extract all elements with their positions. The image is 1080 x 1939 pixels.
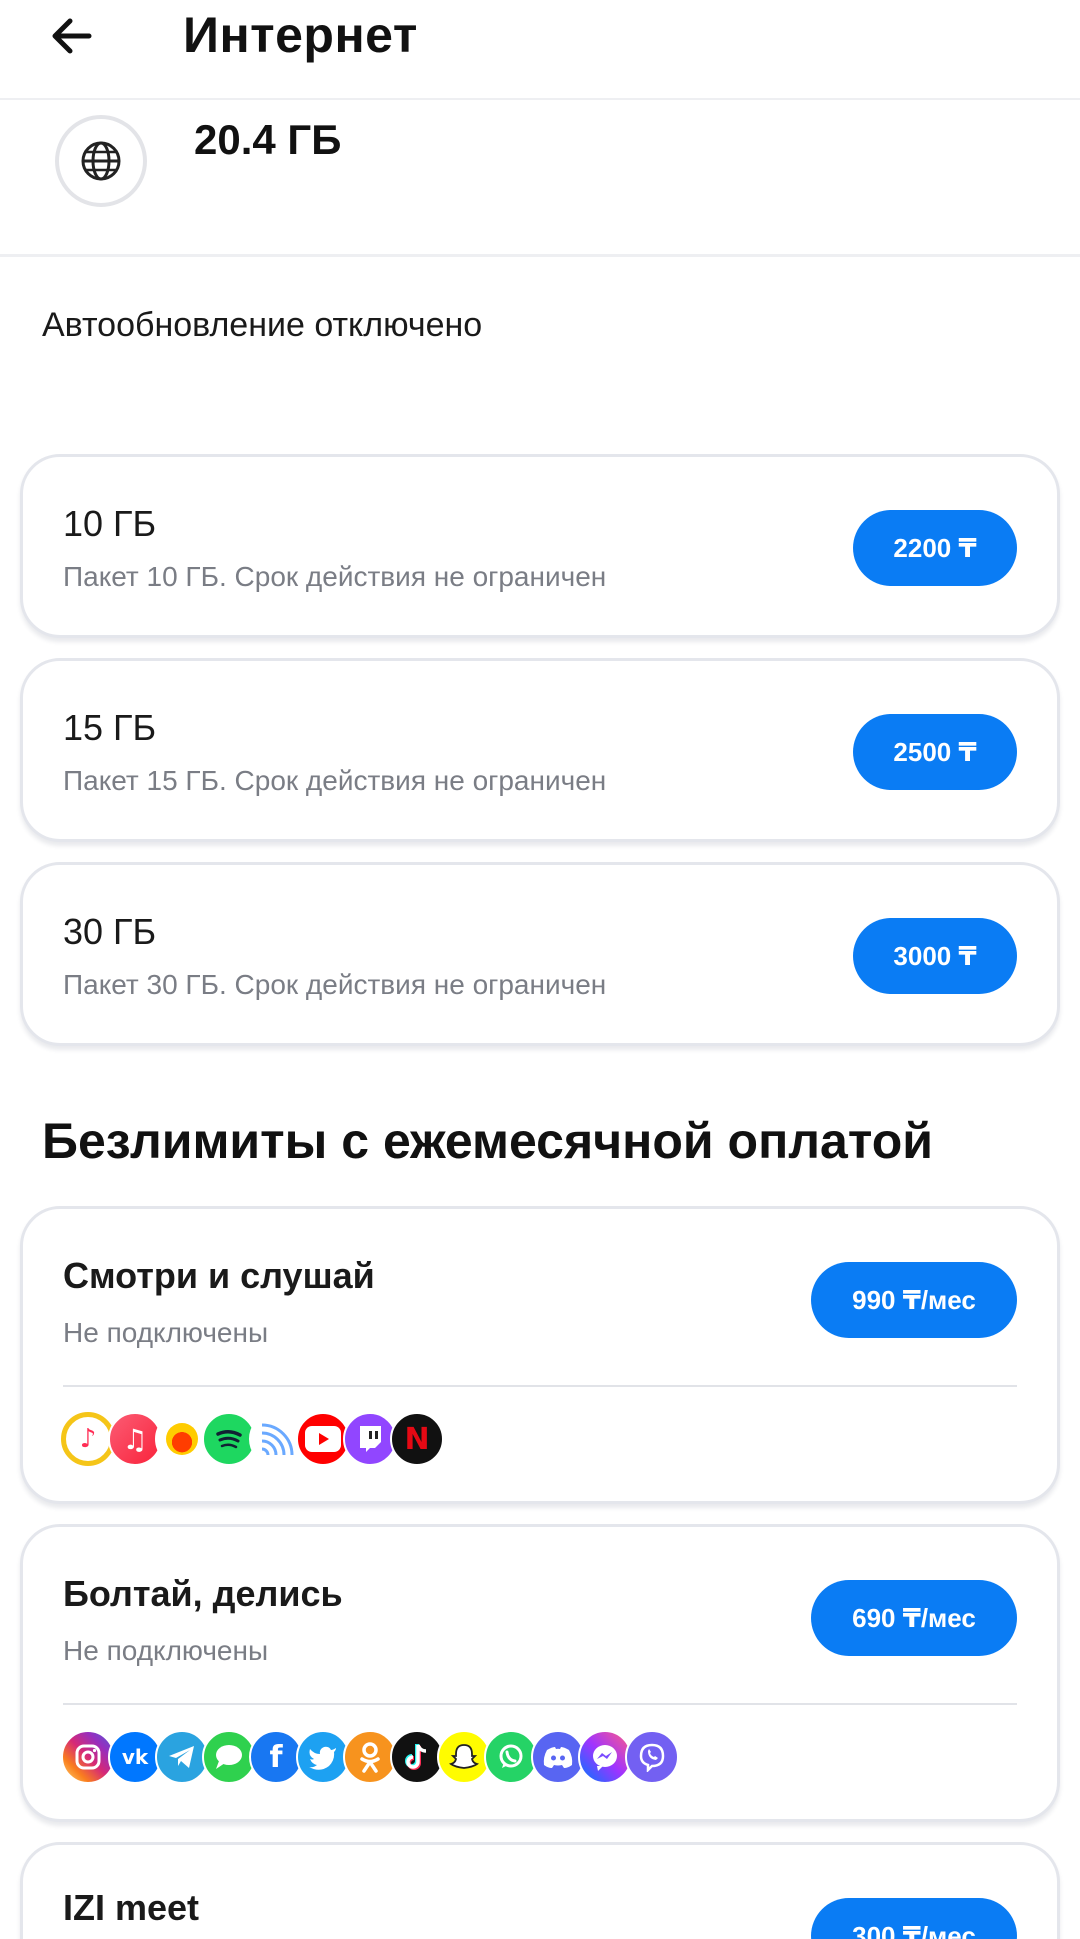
podcasts-icon [249, 1412, 303, 1466]
autoupdate-status: Автообновление отключено [42, 306, 483, 344]
twitch-icon [343, 1412, 397, 1466]
facebook-icon: f [249, 1730, 303, 1784]
package-title: 10 ГБ [63, 503, 157, 544]
unlimited-card-izi-meet[interactable]: IZI meet 300 ₸/мес [20, 1842, 1060, 1939]
section-title-unlimited: Безлимиты с ежемесячной оплатой [42, 1113, 933, 1169]
imessage-icon [202, 1730, 256, 1784]
tiktok-music-icon: ♪ [61, 1412, 115, 1466]
snapchat-icon [437, 1730, 491, 1784]
divider [63, 1703, 1017, 1705]
viber-icon [625, 1730, 679, 1784]
instagram-icon [61, 1730, 115, 1784]
arrow-left-icon [52, 18, 92, 54]
twitter-icon [296, 1730, 350, 1784]
subscribe-button-izi-meet[interactable]: 300 ₸/мес [811, 1898, 1017, 1939]
balance-value: 20.4 ГБ [194, 116, 342, 163]
whatsapp-icon [484, 1730, 538, 1784]
unlimited-status: Не подключены [63, 1317, 269, 1348]
package-card-10gb[interactable]: 10 ГБ Пакет 10 ГБ. Срок действия не огра… [20, 454, 1060, 638]
subscribe-button-chat-share[interactable]: 690 ₸/мес [811, 1580, 1017, 1656]
vk-icon: vk [108, 1730, 162, 1784]
unlimited-card-chat-share[interactable]: Болтай, делись Не подключены 690 ₸/мес v… [20, 1524, 1060, 1822]
unlimited-status: Не подключены [63, 1635, 269, 1666]
package-title: 15 ГБ [63, 707, 157, 748]
apple-music-icon: ♫ [108, 1412, 162, 1466]
package-subtitle: Пакет 30 ГБ. Срок действия не ограничен [63, 969, 607, 1000]
youtube-icon [296, 1412, 350, 1466]
buy-button-10gb[interactable]: 2200 ₸ [853, 510, 1017, 586]
tiktok-icon [390, 1730, 444, 1784]
buy-button-30gb[interactable]: 3000 ₸ [853, 918, 1017, 994]
app-icons-row: vk f [61, 1730, 679, 1784]
buy-button-15gb[interactable]: 2500 ₸ [853, 714, 1017, 790]
package-subtitle: Пакет 15 ГБ. Срок действия не ограничен [63, 765, 607, 796]
subscribe-button-watch-listen[interactable]: 990 ₸/мес [811, 1262, 1017, 1338]
discord-icon [531, 1730, 585, 1784]
package-title: 30 ГБ [63, 911, 157, 952]
package-card-30gb[interactable]: 30 ГБ Пакет 30 ГБ. Срок действия не огра… [20, 862, 1060, 1046]
package-subtitle: Пакет 10 ГБ. Срок действия не ограничен [63, 561, 607, 592]
app-icons-row: ♪ ♫ N [61, 1412, 444, 1466]
netflix-icon: N [390, 1412, 444, 1466]
spotify-icon [202, 1412, 256, 1466]
odnoklassniki-icon [343, 1730, 397, 1784]
telegram-icon [155, 1730, 209, 1784]
messenger-icon [578, 1730, 632, 1784]
package-card-15gb[interactable]: 15 ГБ Пакет 15 ГБ. Срок действия не огра… [20, 658, 1060, 842]
unlimited-title: Болтай, делись [63, 1573, 343, 1614]
yandex-music-icon [155, 1412, 209, 1466]
divider [63, 1385, 1017, 1387]
unlimited-title: IZI meet [63, 1887, 200, 1928]
back-button[interactable] [40, 4, 104, 68]
unlimited-title: Смотри и слушай [63, 1255, 375, 1296]
globe-icon [55, 115, 147, 207]
page-title: Интернет [183, 7, 418, 63]
top-bar: Интернет [0, 0, 1080, 100]
balance-block: 20.4 ГБ [0, 102, 1080, 257]
unlimited-card-watch-listen[interactable]: Смотри и слушай Не подключены 990 ₸/мес … [20, 1206, 1060, 1504]
